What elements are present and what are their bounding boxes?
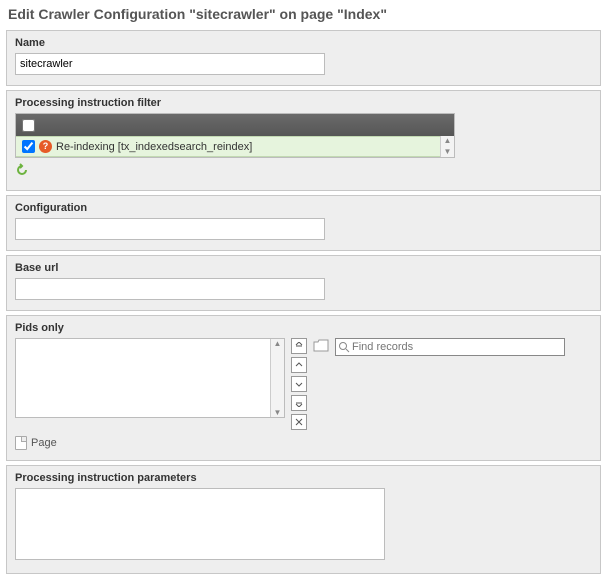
- move-bottom-button[interactable]: [291, 395, 307, 411]
- label-filter: Processing instruction filter: [15, 97, 592, 109]
- find-records-input[interactable]: [352, 341, 562, 353]
- section-name: Name: [6, 30, 601, 86]
- scroll-down-icon[interactable]: ▼: [441, 147, 454, 158]
- filter-row: ? Re-indexing [tx_indexedsearch_reindex]…: [16, 136, 454, 157]
- scroll-up-icon[interactable]: ▲: [441, 136, 454, 147]
- help-icon[interactable]: ?: [39, 140, 52, 153]
- scroll-up-icon[interactable]: ▲: [271, 339, 284, 348]
- find-records-box[interactable]: [335, 338, 565, 356]
- label-baseurl: Base url: [15, 262, 592, 274]
- section-filter: Processing instruction filter ? Re-index…: [6, 90, 601, 191]
- baseurl-input[interactable]: [15, 278, 325, 300]
- label-configuration: Configuration: [15, 202, 592, 214]
- scroll-down-icon[interactable]: ▼: [271, 408, 284, 417]
- name-input[interactable]: [15, 53, 325, 75]
- page-tag-label: Page: [31, 437, 57, 449]
- label-name: Name: [15, 37, 592, 49]
- label-pids: Pids only: [15, 322, 592, 334]
- move-up-button[interactable]: [291, 357, 307, 373]
- filter-row-text: Re-indexing [tx_indexedsearch_reindex]: [56, 141, 252, 153]
- filter-select-all-checkbox[interactable]: [22, 119, 35, 132]
- search-icon: [338, 341, 350, 353]
- folder-icon[interactable]: [313, 339, 329, 355]
- filter-row-checkbox[interactable]: [22, 140, 35, 153]
- filter-header: [16, 114, 454, 136]
- page-type-tag: Page: [15, 436, 592, 450]
- filter-box: ? Re-indexing [tx_indexedsearch_reindex]…: [15, 113, 455, 158]
- pids-listbox[interactable]: ▲ ▼: [15, 338, 285, 418]
- section-pids: Pids only ▲ ▼ Page: [6, 315, 601, 461]
- params-textarea[interactable]: [15, 488, 385, 560]
- section-baseurl: Base url: [6, 255, 601, 311]
- remove-button[interactable]: [291, 414, 307, 430]
- move-top-button[interactable]: [291, 338, 307, 354]
- pids-order-buttons: [291, 338, 307, 430]
- undo-icon[interactable]: [15, 163, 29, 177]
- configuration-input[interactable]: [15, 218, 325, 240]
- pids-scrollbar[interactable]: ▲ ▼: [270, 339, 284, 417]
- label-params: Processing instruction parameters: [15, 472, 592, 484]
- page-title: Edit Crawler Configuration "sitecrawler"…: [0, 0, 607, 28]
- section-configuration: Configuration: [6, 195, 601, 251]
- filter-scrollbar[interactable]: ▲ ▼: [440, 136, 454, 157]
- move-down-button[interactable]: [291, 376, 307, 392]
- page-icon: [15, 436, 27, 450]
- section-params: Processing instruction parameters: [6, 465, 601, 574]
